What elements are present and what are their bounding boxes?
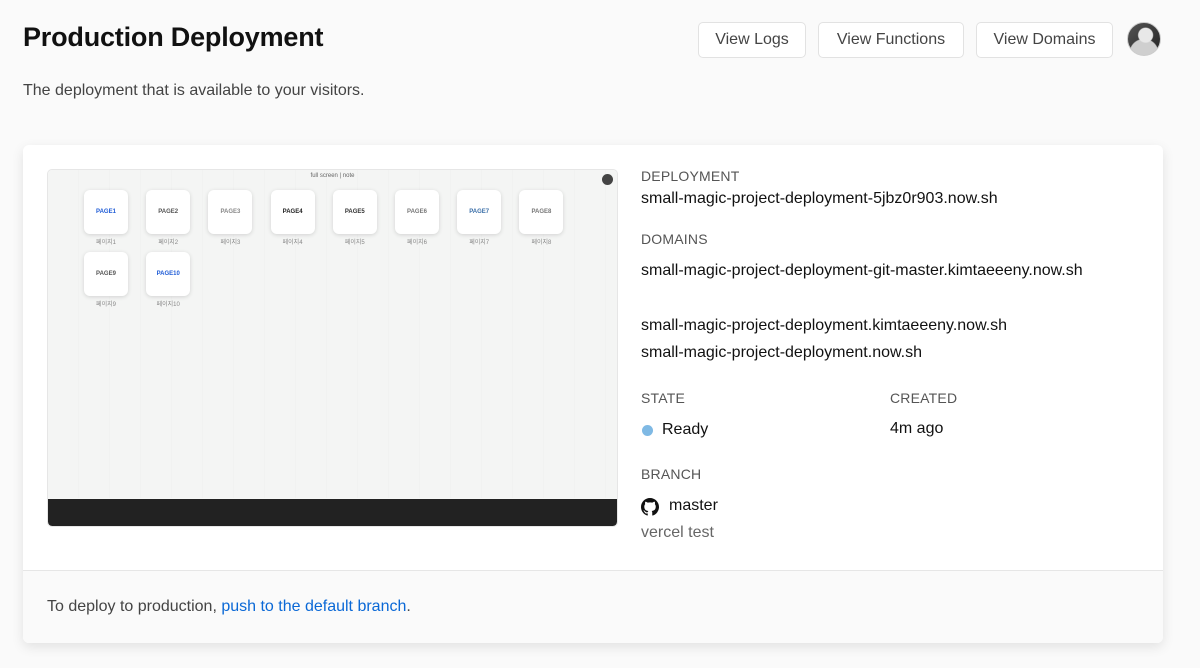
domains-label: DOMAINS (641, 231, 708, 247)
preview-top-text: full screen | note (310, 173, 355, 179)
domain-link[interactable]: small-magic-project-deployment.kimtaeeen… (641, 317, 1007, 335)
preview-page-tile: PAGE2 (146, 190, 191, 234)
page-subtitle: The deployment that is available to your… (23, 82, 365, 99)
preview-page-sub: 페이지6 (407, 240, 427, 246)
preview-page-tile: PAGE10 (146, 252, 191, 296)
deployment-card: full screen | note PAGE1 페이지1 PAGE2 페이지2 PAG… (23, 145, 1163, 643)
state-value: Ready (662, 421, 709, 438)
preview-bottom-bar (48, 499, 617, 526)
domain-link[interactable]: small-magic-project-deployment.now.sh (641, 344, 922, 362)
deployment-screenshot-preview[interactable]: full screen | note PAGE1 페이지1 PAGE2 페이지2 PAG… (47, 169, 618, 527)
commit-message: vercel test (641, 524, 714, 541)
preview-page-sub: 페이지9 (96, 302, 116, 308)
preview-page-sub: 페이지2 (158, 240, 179, 246)
branch-link[interactable]: master (669, 497, 718, 515)
footer-suffix: . (406, 598, 411, 615)
preview-page-tile: PAGE3 (208, 190, 253, 234)
preview-page-tile: PAGE8 (519, 190, 564, 234)
avatar[interactable] (1127, 22, 1161, 56)
github-icon (641, 498, 659, 516)
preview-page-tile: PAGE4 (270, 190, 315, 234)
preview-page-tile: PAGE6 (395, 190, 439, 234)
github-mini-icon (602, 174, 613, 185)
state-status-dot (642, 425, 653, 436)
preview-page-sub: 페이지7 (469, 240, 490, 246)
view-domains-button[interactable]: View Domains (976, 22, 1113, 58)
preview-page-tile: PAGE5 (332, 190, 377, 234)
preview-page-tile: PAGE1 (84, 190, 128, 234)
card-footer: To deploy to production, push to the def… (23, 570, 1163, 643)
deployment-label: DEPLOYMENT (641, 168, 740, 184)
preview-page-sub: 페이지3 (220, 240, 241, 246)
preview-page-sub: 페이지10 (156, 302, 180, 308)
preview-page-sub: 페이지4 (282, 240, 303, 246)
preview-canvas: full screen | note PAGE1 페이지1 PAGE2 페이지2 PAG… (48, 170, 617, 498)
branch-label: BRANCH (641, 466, 702, 482)
state-label: STATE (641, 390, 686, 406)
deployment-url-link[interactable]: small-magic-project-deployment-5jbz0r903… (641, 190, 998, 208)
created-label: CREATED (890, 390, 958, 406)
preview-page-sub: 페이지1 (96, 240, 116, 246)
footer-text: To deploy to production, push to the def… (47, 598, 411, 616)
page-title: Production Deployment (23, 22, 324, 52)
preview-page-sub: 페이지5 (344, 240, 365, 246)
domain-link[interactable]: small-magic-project-deployment-git-maste… (641, 262, 1083, 280)
footer-prefix: To deploy to production, (47, 598, 222, 615)
push-default-branch-link[interactable]: push to the default branch (221, 598, 406, 615)
preview-page-sub: 페이지8 (531, 240, 552, 246)
view-logs-button[interactable]: View Logs (698, 22, 806, 58)
view-functions-button[interactable]: View Functions (818, 22, 964, 58)
created-value: 4m ago (890, 420, 944, 437)
preview-page-tile: PAGE9 (84, 252, 128, 296)
preview-page-tile: PAGE7 (457, 190, 502, 234)
